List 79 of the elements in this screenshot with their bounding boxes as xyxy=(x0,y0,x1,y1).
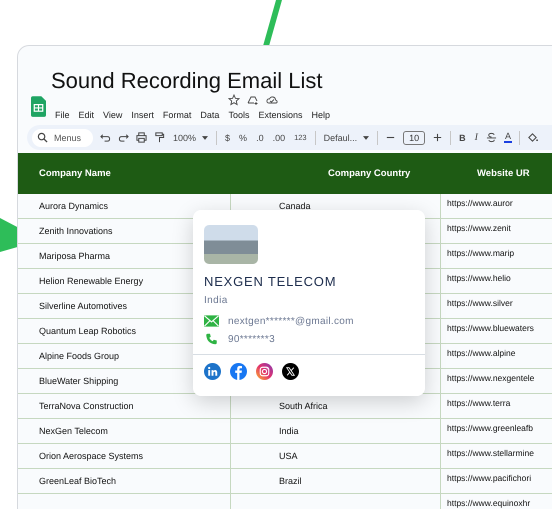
menu-item[interactable]: Edit xyxy=(78,109,94,121)
menu-item[interactable]: Tools xyxy=(228,109,250,121)
website-url: https://www.zenit xyxy=(447,223,511,233)
italic-button[interactable]: I xyxy=(474,132,479,143)
star-icon[interactable] xyxy=(228,94,240,106)
increase-decimal-button[interactable]: .00 xyxy=(272,132,286,142)
column-header: Website UR xyxy=(476,168,531,179)
website-url: https://www.greenleafb xyxy=(447,423,533,433)
mail-icon xyxy=(204,315,219,327)
menu-item[interactable]: Data xyxy=(200,109,220,121)
x-icon[interactable] xyxy=(282,363,299,380)
print-icon[interactable] xyxy=(136,132,147,143)
search-icon xyxy=(37,132,48,143)
company-name: Silverline Automotives xyxy=(39,301,128,311)
menu-item[interactable]: Format xyxy=(162,109,192,121)
company-name: NexGen Telecom xyxy=(39,426,108,436)
text-color-button[interactable]: A xyxy=(504,132,512,143)
company-name: Mariposa Pharma xyxy=(39,251,110,261)
company-name: BlueWater Shipping xyxy=(39,376,118,386)
fill-color-icon[interactable] xyxy=(527,132,538,143)
email-address: nextgen*******@gmail.com xyxy=(228,316,354,326)
decrease-decimal-button[interactable]: .0 xyxy=(255,132,265,142)
column-header: Company Country xyxy=(327,168,412,179)
instagram-icon[interactable] xyxy=(256,363,273,380)
company-name: Zenith Innovations xyxy=(39,226,113,236)
website-url: https://www.terra xyxy=(447,398,510,408)
font-dropdown[interactable]: Defaul... xyxy=(322,132,370,142)
decoration-stroke xyxy=(262,0,282,46)
bold-button[interactable]: B xyxy=(458,132,467,142)
company-country: USA xyxy=(279,451,298,461)
paint-format-icon[interactable] xyxy=(154,132,165,143)
company-name: TerraNova Construction xyxy=(39,401,134,411)
menu-item[interactable]: Insert xyxy=(131,109,154,121)
menu-item[interactable]: Extensions xyxy=(258,109,302,121)
strikethrough-icon[interactable] xyxy=(486,132,497,143)
company-name: Alpine Foods Group xyxy=(39,351,120,361)
company-name: Quantum Leap Robotics xyxy=(39,326,136,336)
undo-icon[interactable] xyxy=(100,132,111,143)
website-url: https://www.stellarmine xyxy=(447,448,534,458)
photo-placeholder xyxy=(204,225,258,264)
website-url: https://www.helio xyxy=(447,273,511,283)
caret-icon xyxy=(363,136,370,140)
website-url: https://www.auror xyxy=(447,198,513,208)
currency-button[interactable]: $ xyxy=(224,132,232,142)
menu-search-field[interactable]: Menus xyxy=(32,128,93,146)
plus-icon[interactable] xyxy=(432,132,444,143)
menu-item[interactable]: Help xyxy=(311,109,330,121)
website-url: https://www.nexgentele xyxy=(447,373,534,383)
sheets-logo-icon xyxy=(31,96,46,117)
website-url: https://www.pacifichori xyxy=(447,473,532,483)
company-title: NEXGEN TELECOM xyxy=(204,274,338,289)
phone-number: 90*******3 xyxy=(228,334,275,344)
document-title: Sound Recording Email List xyxy=(50,67,324,94)
company-name: Helion Renewable Energy xyxy=(39,276,144,286)
website-url: https://www.bluewaters xyxy=(447,323,534,333)
percent-button[interactable]: % xyxy=(238,132,248,142)
company-country: Canada xyxy=(279,201,311,211)
company-name: GreenLeaf BioTech xyxy=(39,476,116,486)
company-country: Brazil xyxy=(279,476,302,486)
website-url: https://www.alpine xyxy=(447,348,516,358)
company-country: India xyxy=(279,426,299,436)
website-url: https://www.equinoxhr xyxy=(447,498,530,508)
zoom-dropdown[interactable]: 100% xyxy=(172,132,210,142)
font-size-field[interactable]: 10 xyxy=(403,130,426,144)
facebook-icon[interactable] xyxy=(230,363,247,380)
website-url: https://www.silver xyxy=(447,298,513,308)
menu-item[interactable]: View xyxy=(103,109,122,121)
website-url: https://www.marip xyxy=(447,248,514,258)
linkedin-icon[interactable] xyxy=(204,363,221,380)
company-name: Aurora Dynamics xyxy=(39,201,108,211)
company-name: Orion Aerospace Systems xyxy=(39,451,144,461)
caret-icon xyxy=(202,136,208,140)
cloud-icon[interactable] xyxy=(266,94,278,106)
menu-item[interactable]: File xyxy=(55,109,70,121)
company-country: India xyxy=(204,295,229,306)
redo-icon[interactable] xyxy=(118,132,129,143)
phone-icon xyxy=(204,333,219,345)
column-header: Company Name xyxy=(38,168,112,179)
company-country: South Africa xyxy=(279,401,328,411)
